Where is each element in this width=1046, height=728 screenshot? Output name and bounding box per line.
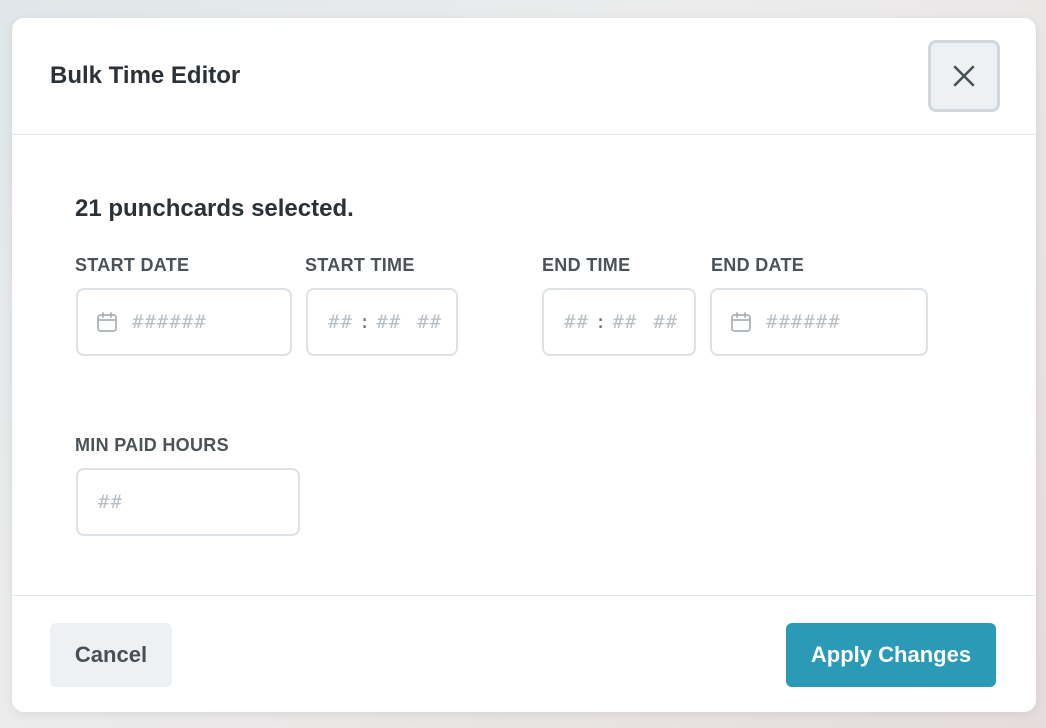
min-paid-hours-placeholder: ## <box>98 491 123 513</box>
start-time-minutes-placeholder: ## <box>376 311 402 333</box>
start-time-separator: : <box>358 311 371 333</box>
end-time-separator: : <box>594 311 607 333</box>
modal-title: Bulk Time Editor <box>50 62 241 89</box>
cancel-button[interactable]: Cancel <box>50 623 172 687</box>
end-date-placeholder: ###### <box>766 311 841 333</box>
end-date-input[interactable]: ###### <box>710 288 928 356</box>
start-date-placeholder: ###### <box>132 311 207 333</box>
modal-header: Bulk Time Editor <box>12 18 1036 135</box>
min-paid-hours-label: MIN PAID HOURS <box>75 435 229 455</box>
start-time-label: START TIME <box>305 255 415 275</box>
start-time-period-placeholder: ## <box>417 311 443 333</box>
end-time-period-placeholder: ## <box>653 311 679 333</box>
start-time-hours-placeholder: ## <box>328 311 353 333</box>
close-icon <box>952 64 976 88</box>
modal-footer: Cancel Apply Changes <box>12 595 1036 712</box>
end-time-input[interactable]: ## : ## ## <box>542 288 696 356</box>
end-time-minutes-placeholder: ## <box>612 311 638 333</box>
end-time-label: END TIME <box>542 255 631 275</box>
calendar-icon <box>730 311 752 333</box>
start-date-label: START DATE <box>75 255 190 275</box>
selected-count-text: 21 punchcards selected. <box>75 195 354 222</box>
bulk-time-editor-modal: Bulk Time Editor 21 punchcards selected.… <box>12 18 1036 712</box>
min-paid-hours-input[interactable]: ## <box>76 468 300 536</box>
apply-changes-button[interactable]: Apply Changes <box>786 623 996 687</box>
modal-body: 21 punchcards selected. START DATE #####… <box>12 135 1036 595</box>
end-time-hours-placeholder: ## <box>564 311 589 333</box>
start-date-input[interactable]: ###### <box>76 288 292 356</box>
calendar-icon <box>96 311 118 333</box>
end-date-label: END DATE <box>711 255 805 275</box>
start-time-input[interactable]: ## : ## ## <box>306 288 458 356</box>
close-button[interactable] <box>928 40 1000 112</box>
